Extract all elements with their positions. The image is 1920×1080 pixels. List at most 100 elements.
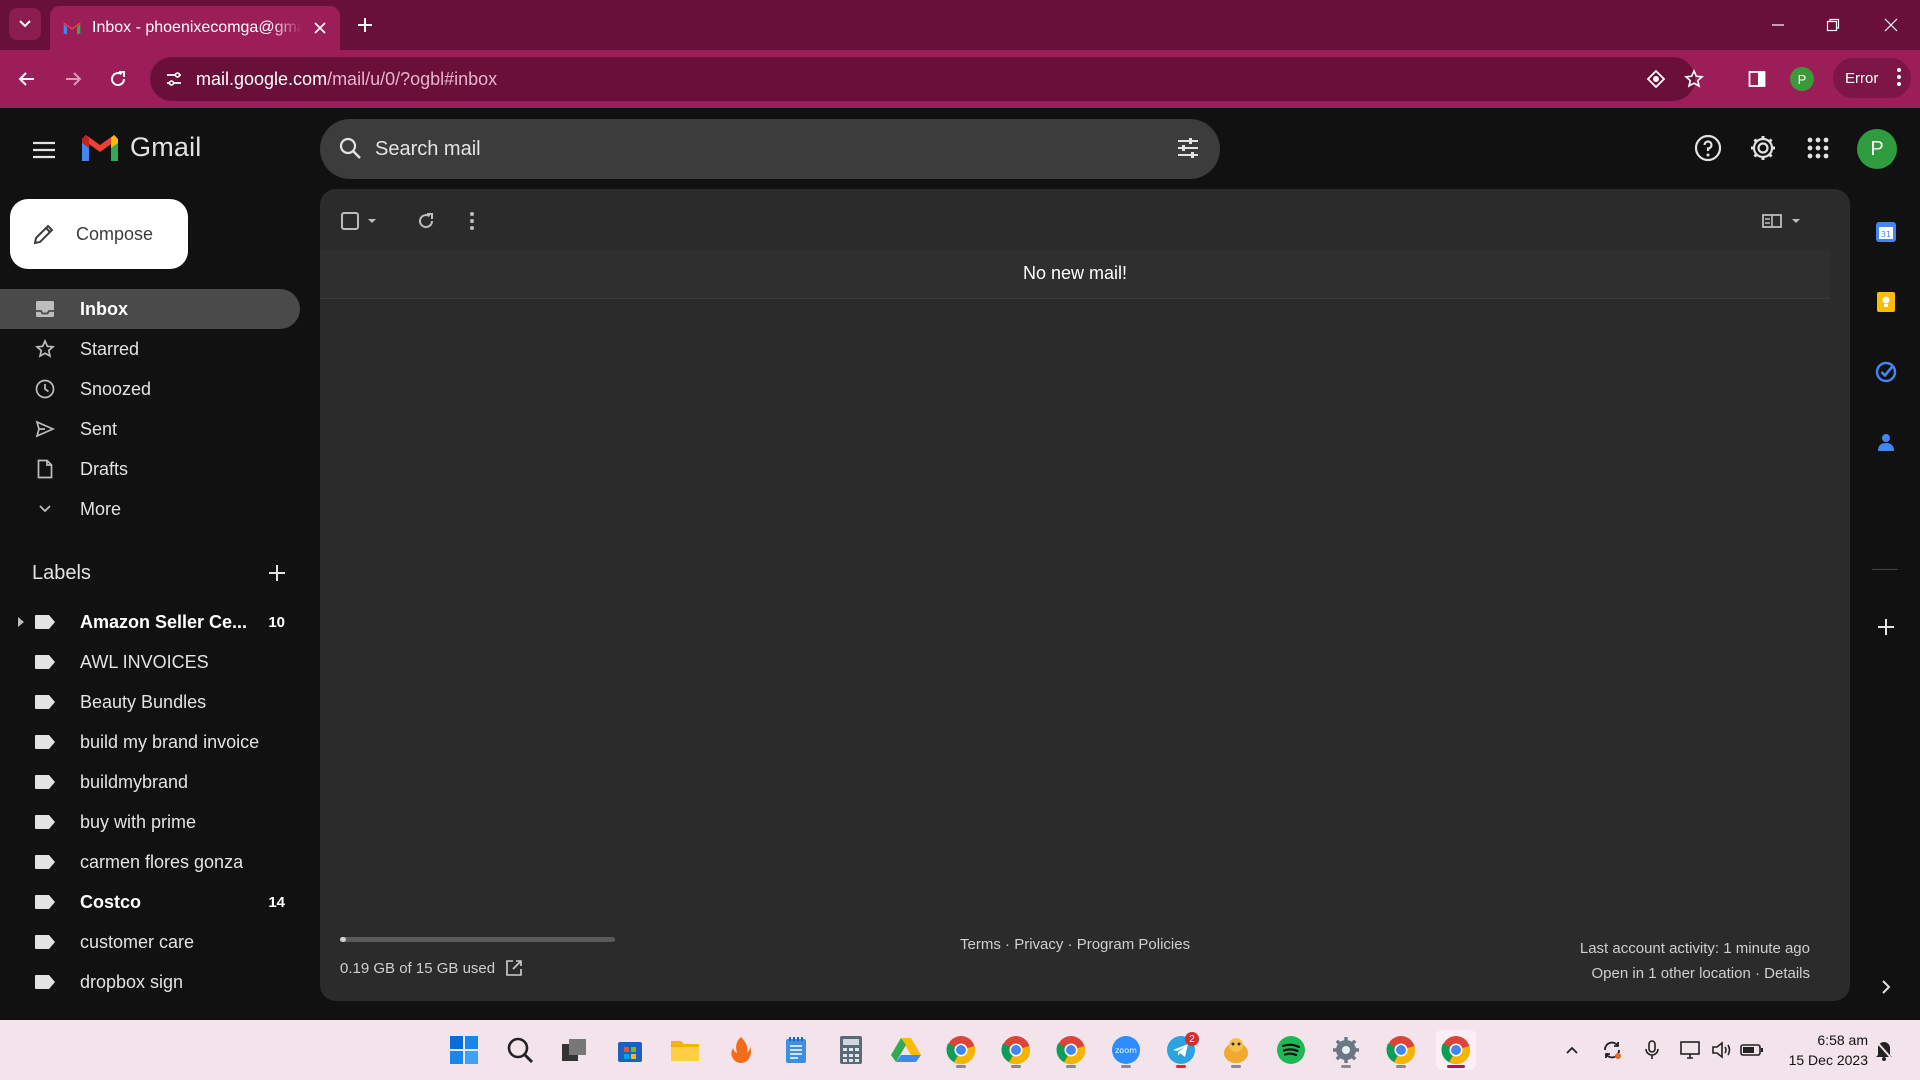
chevron-right-icon: [1882, 980, 1891, 994]
sidebar-item-more[interactable]: More: [0, 489, 300, 529]
privacy-link[interactable]: Privacy: [1014, 936, 1063, 953]
side-panel-button[interactable]: [1742, 64, 1772, 94]
program-policies-link[interactable]: Program Policies: [1077, 936, 1190, 953]
chrome-profile-3-icon[interactable]: [1051, 1030, 1091, 1070]
search-input[interactable]: [375, 129, 1135, 169]
forward-button[interactable]: [58, 64, 88, 94]
start-button[interactable]: [444, 1030, 484, 1070]
url-text: mail.google.com/mail/u/0/?ogbl#inbox: [196, 69, 497, 90]
calendar-icon[interactable]: 31: [1873, 219, 1899, 245]
compose-button[interactable]: Compose: [10, 199, 188, 269]
show-hidden-icons-button[interactable]: [1560, 1038, 1584, 1062]
chrome-profile-1-icon[interactable]: [941, 1030, 981, 1070]
address-bar[interactable]: mail.google.com/mail/u/0/?ogbl#inbox: [150, 57, 1704, 101]
fire-app-icon[interactable]: [721, 1030, 761, 1070]
gmail-logo[interactable]: Gmail: [80, 132, 202, 163]
task-view-button[interactable]: [554, 1030, 594, 1070]
notepad-icon[interactable]: [776, 1030, 816, 1070]
sync-tray-icon[interactable]: [1600, 1038, 1624, 1062]
app-mascot-icon[interactable]: [1216, 1030, 1256, 1070]
taskbar-search-button[interactable]: [500, 1030, 540, 1070]
reload-button[interactable]: [103, 64, 133, 94]
svg-text:zoom: zoom: [1115, 1046, 1137, 1055]
label-name: Beauty Bundles: [80, 691, 207, 712]
create-label-button[interactable]: [264, 560, 290, 586]
show-side-panel-button[interactable]: [1873, 974, 1899, 1000]
site-info-icon[interactable]: [164, 69, 184, 89]
chrome-profile-2-icon[interactable]: [996, 1030, 1036, 1070]
sidebar-item-inbox[interactable]: Inbox: [0, 289, 300, 329]
search-options-icon[interactable]: [1176, 136, 1200, 160]
label-item[interactable]: buildmybrand: [0, 762, 300, 802]
restore-icon: [1826, 18, 1840, 32]
extension-lens-icon[interactable]: [1644, 67, 1668, 91]
label-item[interactable]: customer care: [0, 922, 300, 962]
account-avatar[interactable]: P: [1857, 129, 1897, 169]
chrome-error-menu-button[interactable]: Error: [1833, 58, 1911, 98]
tasks-icon[interactable]: [1873, 359, 1899, 385]
split-pane-toggle[interactable]: [1762, 207, 1806, 235]
system-clock[interactable]: 6:58 am 15 Dec 2023: [1772, 1030, 1868, 1070]
keep-icon[interactable]: [1873, 289, 1899, 315]
chrome-profile-4-icon[interactable]: [1381, 1030, 1421, 1070]
new-tab-button[interactable]: [352, 12, 378, 38]
google-drive-icon[interactable]: [886, 1030, 926, 1070]
calculator-icon[interactable]: [831, 1030, 871, 1070]
bookmark-star-icon[interactable]: [1682, 67, 1706, 91]
notifications-bell-icon[interactable]: [1872, 1038, 1896, 1062]
label-item[interactable]: build my brand invoice: [0, 722, 300, 762]
external-link-icon[interactable]: [505, 959, 523, 977]
profile-button[interactable]: P: [1787, 64, 1817, 94]
contacts-icon[interactable]: [1873, 429, 1899, 455]
expand-arrow-icon[interactable]: [18, 617, 24, 627]
chrome-active-icon[interactable]: [1436, 1030, 1476, 1070]
microsoft-store-icon[interactable]: [610, 1030, 650, 1070]
select-all-checkbox[interactable]: [340, 207, 380, 235]
profile-avatar: P: [1790, 67, 1814, 91]
microphone-icon[interactable]: [1640, 1038, 1664, 1062]
more-actions-button[interactable]: [470, 207, 474, 235]
tab-close-icon[interactable]: [310, 18, 330, 38]
get-addons-button[interactable]: [1873, 614, 1899, 640]
label-unread-count: 10: [268, 613, 285, 631]
label-item[interactable]: dropbox sign: [0, 962, 300, 1002]
label-item[interactable]: Beauty Bundles: [0, 682, 300, 722]
refresh-button[interactable]: [416, 207, 436, 235]
back-button[interactable]: [12, 64, 42, 94]
running-indicator: [1231, 1065, 1241, 1068]
telegram-icon[interactable]: 2: [1161, 1030, 1201, 1070]
sidebar-item-sent[interactable]: Sent: [0, 409, 300, 449]
browser-tab-gmail[interactable]: Inbox - phoenixecomga@gmail.com - Gmail: [50, 6, 340, 50]
label-item[interactable]: buy with prime: [0, 802, 300, 842]
label-name: build my brand invoice: [80, 731, 260, 752]
gmail-m-icon: [82, 134, 118, 161]
label-item[interactable]: carmen flores gonza: [0, 842, 300, 882]
details-link[interactable]: Details: [1764, 965, 1810, 982]
label-item[interactable]: Costco 14: [0, 882, 300, 922]
google-apps-button[interactable]: [1800, 130, 1836, 166]
tab-search-button[interactable]: [9, 8, 41, 40]
minimize-button[interactable]: [1763, 10, 1793, 40]
label-name: buy with prime: [80, 811, 197, 832]
sidebar-item-snoozed[interactable]: Snoozed: [0, 369, 300, 409]
zoom-icon[interactable]: zoom: [1106, 1030, 1146, 1070]
settings-button[interactable]: [1745, 130, 1781, 166]
search-icon[interactable]: [338, 136, 362, 160]
arrow-left-icon: [18, 72, 34, 86]
sidebar-item-drafts[interactable]: Drafts: [0, 449, 300, 489]
label-item[interactable]: AWL INVOICES: [0, 642, 300, 682]
main-menu-button[interactable]: [28, 134, 60, 166]
close-window-button[interactable]: [1876, 10, 1906, 40]
volume-icon[interactable]: [1710, 1038, 1734, 1062]
support-button[interactable]: [1690, 130, 1726, 166]
restore-button[interactable]: [1818, 10, 1848, 40]
battery-icon[interactable]: [1740, 1038, 1764, 1062]
label-item[interactable]: Amazon Seller Ce... 10: [0, 602, 300, 642]
sidebar-item-starred[interactable]: Starred: [0, 329, 300, 369]
refresh-icon: [419, 213, 434, 229]
file-explorer-icon[interactable]: [665, 1030, 705, 1070]
terms-link[interactable]: Terms: [960, 936, 1001, 953]
spotify-icon[interactable]: [1271, 1030, 1311, 1070]
settings-app-icon[interactable]: [1326, 1030, 1366, 1070]
network-icon[interactable]: [1678, 1038, 1702, 1062]
